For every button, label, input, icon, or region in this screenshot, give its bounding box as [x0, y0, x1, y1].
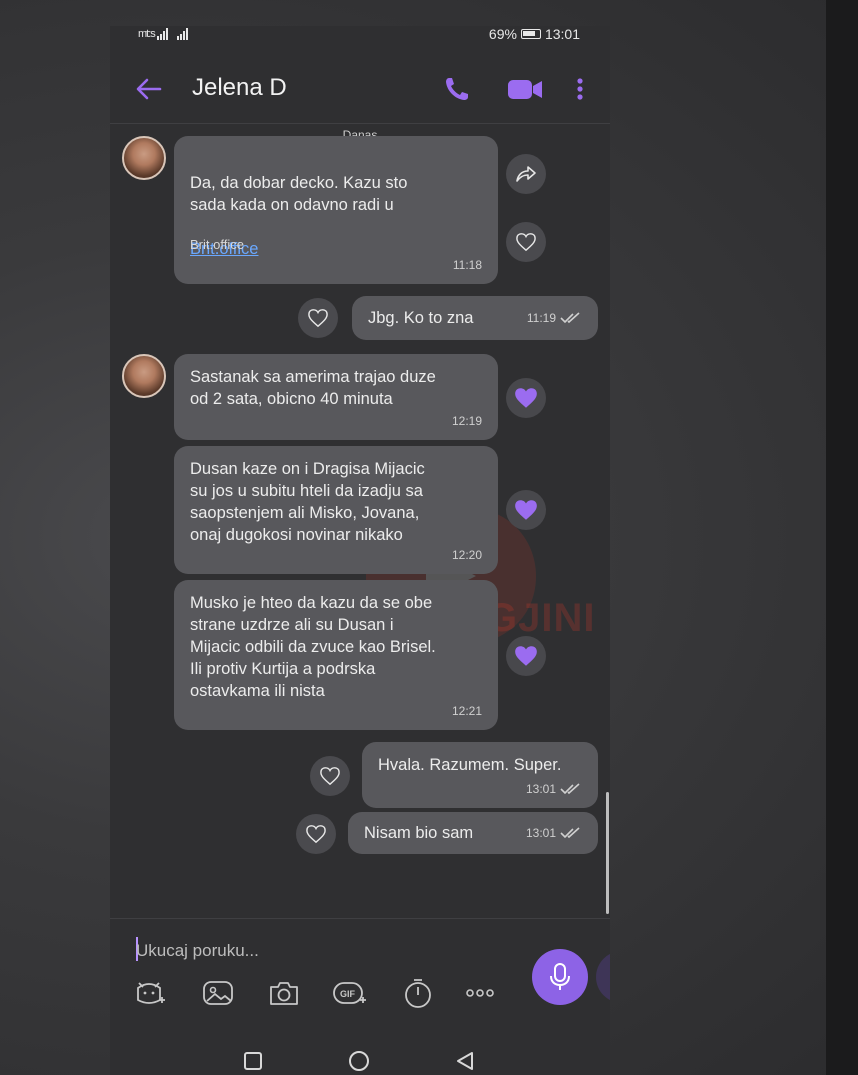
gif-button[interactable]: GIF [332, 975, 368, 1011]
carrier-signal: mt:s [138, 28, 191, 40]
contact-avatar[interactable] [122, 354, 166, 398]
gallery-button[interactable] [200, 975, 236, 1011]
timer-button[interactable] [400, 975, 436, 1011]
message-text: Dusan kaze on i Dragisa Mijacic su jos u… [190, 460, 425, 544]
heart-filled-icon [515, 388, 537, 408]
message-bubble-in[interactable]: Sastanak sa amerima trajao duze od 2 sat… [174, 354, 498, 440]
message-time: 12:19 [451, 414, 482, 428]
back-arrow-icon[interactable] [134, 74, 164, 104]
message-bubble-out[interactable]: Hvala. Razumem. Super. 13:01 [362, 742, 598, 808]
message-time: 11:19 [526, 311, 556, 325]
sticker-button[interactable] [132, 975, 168, 1011]
like-button[interactable] [506, 222, 546, 262]
gif-icon: GIF [333, 982, 366, 1004]
forward-icon [516, 166, 536, 182]
like-button[interactable] [310, 756, 350, 796]
scrollbar[interactable] [606, 792, 609, 914]
battery-icon [520, 29, 541, 39]
message-text: Sastanak sa amerima trajao duze od 2 sat… [190, 368, 436, 408]
message-text: Nisam bio sam [364, 824, 474, 842]
system-nav-bar [110, 1044, 610, 1075]
forward-button[interactable] [506, 154, 546, 194]
message-text: Musko je hteo da kazu da se obe strane u… [190, 594, 436, 700]
message-time: 13:01 [525, 782, 556, 796]
chat-header: Jelena D [110, 54, 610, 124]
message-bubble-in[interactable]: Dusan kaze on i Dragisa Mijacic su jos u… [174, 446, 498, 574]
heart-outline-icon [516, 233, 536, 252]
watermark-text: GJINI [486, 596, 596, 640]
recent-apps-icon[interactable] [242, 1050, 264, 1072]
battery-percent: 69% [488, 26, 517, 42]
message-text: Hvala. Razumem. Super. [378, 756, 562, 774]
more-options-button[interactable] [462, 975, 498, 1011]
camera-button[interactable] [266, 975, 302, 1011]
double-check-icon [560, 827, 580, 839]
message-bubble-in[interactable]: Musko je hteo da kazu da se obe strane u… [174, 580, 498, 730]
carrier-label: mt:s [138, 28, 156, 40]
contact-avatar[interactable] [122, 136, 166, 180]
message-time: 12:21 [451, 704, 482, 718]
clock: 13:01 [544, 26, 580, 42]
like-button-active[interactable] [506, 490, 546, 530]
contact-name[interactable]: Jelena D [192, 74, 287, 102]
double-check-icon [560, 783, 580, 795]
back-nav-icon[interactable] [454, 1050, 476, 1072]
more-dots-icon [466, 989, 494, 997]
message-bubble-out[interactable]: Nisam bio sam 13:01 [348, 812, 598, 854]
status-bar: mt:s 69% 13:01 [110, 26, 610, 54]
microphone-icon [550, 963, 570, 990]
voice-record-button[interactable] [532, 949, 588, 1005]
message-text: Jbg. Ko to zna [368, 309, 474, 327]
message-time: 13:01 [525, 826, 556, 840]
message-bubble-out[interactable]: Jbg. Ko to zna 11:19 [352, 296, 598, 340]
double-check-icon [560, 312, 580, 324]
timer-icon [405, 979, 431, 1008]
like-button-active[interactable] [506, 378, 546, 418]
extra-button[interactable] [596, 951, 610, 1003]
camera-icon [270, 982, 298, 1005]
heart-outline-icon [320, 767, 340, 786]
message-text: Da, da dobar decko. Kazu sto sada kada o… [190, 174, 408, 214]
heart-filled-icon [515, 646, 537, 666]
message-input[interactable]: Ukucaj poruku... [136, 941, 259, 961]
svg-text:GIF: GIF [340, 989, 356, 999]
message-time: 12:20 [451, 548, 482, 562]
heart-filled-icon [515, 500, 537, 520]
like-button[interactable] [298, 298, 338, 338]
heart-outline-icon [306, 825, 326, 844]
phone-icon[interactable] [442, 74, 472, 104]
background-strip [826, 0, 858, 1075]
link-preview[interactable]: Brit.office [190, 234, 244, 256]
more-icon[interactable] [570, 74, 590, 104]
like-button[interactable] [296, 814, 336, 854]
message-bubble-in[interactable]: Da, da dobar decko. Kazu sto sada kada o… [174, 136, 498, 284]
home-icon[interactable] [348, 1050, 370, 1072]
video-icon[interactable] [506, 74, 544, 104]
like-button-active[interactable] [506, 636, 546, 676]
message-time: 11:18 [452, 258, 482, 272]
sticker-icon [137, 982, 165, 1004]
signal-icon [156, 28, 188, 40]
gallery-icon [203, 981, 233, 1005]
phone-screen: mt:s 69% 13:01 Jelena D Danas GJINI Da, … [110, 26, 610, 1075]
heart-outline-icon [308, 309, 328, 328]
